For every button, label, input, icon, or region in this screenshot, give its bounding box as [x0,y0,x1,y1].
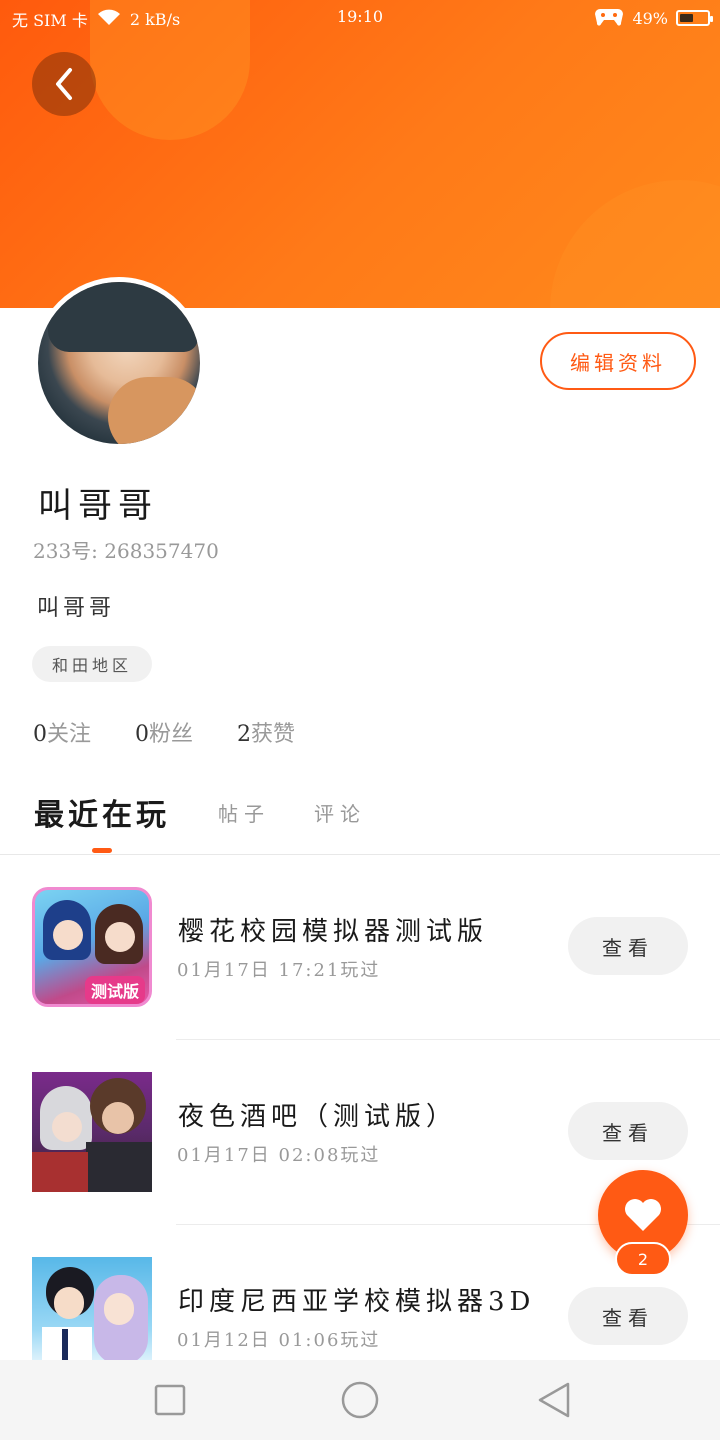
gamepad-icon [594,6,624,30]
stat-following[interactable]: 0关注 [33,716,91,748]
header-decoration [550,180,720,308]
stat-fans[interactable]: 0粉丝 [135,716,193,748]
recents-button[interactable] [150,1380,190,1420]
icon-badge: 测试版 [85,976,146,1004]
location-tag: 和田地区 [32,646,153,682]
avatar[interactable] [33,277,205,449]
game-icon-indonesia-school [32,1257,152,1377]
like-count-badge: 2 [615,1242,671,1276]
profile-tabs: 最近在玩 帖子 评论 [0,782,720,855]
system-nav-bar [0,1360,720,1440]
view-button[interactable]: 查看 [568,1287,688,1345]
square-icon [154,1384,186,1416]
tab-recently-played[interactable]: 最近在玩 [34,790,170,834]
divider [176,1039,720,1040]
profile-stats: 0关注 0粉丝 2获赞 [33,716,295,748]
user-id: 233号: 268357470 [33,539,219,563]
game-icon-sakura: 测试版 [32,887,152,1007]
home-button[interactable] [340,1380,380,1420]
edit-profile-button[interactable]: 编辑资料 [540,332,696,390]
tab-indicator [92,848,112,853]
system-back-button[interactable] [534,1380,574,1420]
circle-icon [341,1381,379,1419]
user-bio: 叫哥哥 [37,596,116,621]
battery-icon [676,10,713,26]
profile-header-banner: 无 SIM 卡 2 kB/s 19:10 49% [0,0,720,308]
view-button[interactable]: 查看 [568,1102,688,1160]
game-title: 樱花校园模拟器测试版 [178,917,489,947]
status-bar: 无 SIM 卡 2 kB/s 19:10 49% [0,0,720,36]
chevron-left-icon [56,68,72,100]
username: 叫哥哥 [38,486,158,526]
heart-icon [625,1199,661,1231]
battery-percent: 49% [632,8,668,28]
view-button[interactable]: 查看 [568,917,688,975]
triangle-back-icon [538,1382,570,1418]
avatar-image [38,282,200,444]
game-title: 夜色酒吧（测试版） [178,1102,458,1132]
game-icon-night-bar [32,1072,152,1192]
played-time: 01月12日 01:06玩过 [177,1330,381,1351]
stat-likes[interactable]: 2获赞 [237,716,295,748]
list-item[interactable]: 测试版 樱花校园模拟器测试版 01月17日 17:21玩过 查看 [0,887,720,1072]
game-title: 印度尼西亚学校模拟器3D [178,1287,536,1317]
tab-comments[interactable]: 评论 [314,798,366,827]
tab-posts[interactable]: 帖子 [218,798,270,827]
played-time: 01月17日 02:08玩过 [177,1145,381,1166]
back-button[interactable] [32,52,96,116]
played-time: 01月17日 17:21玩过 [177,960,381,981]
